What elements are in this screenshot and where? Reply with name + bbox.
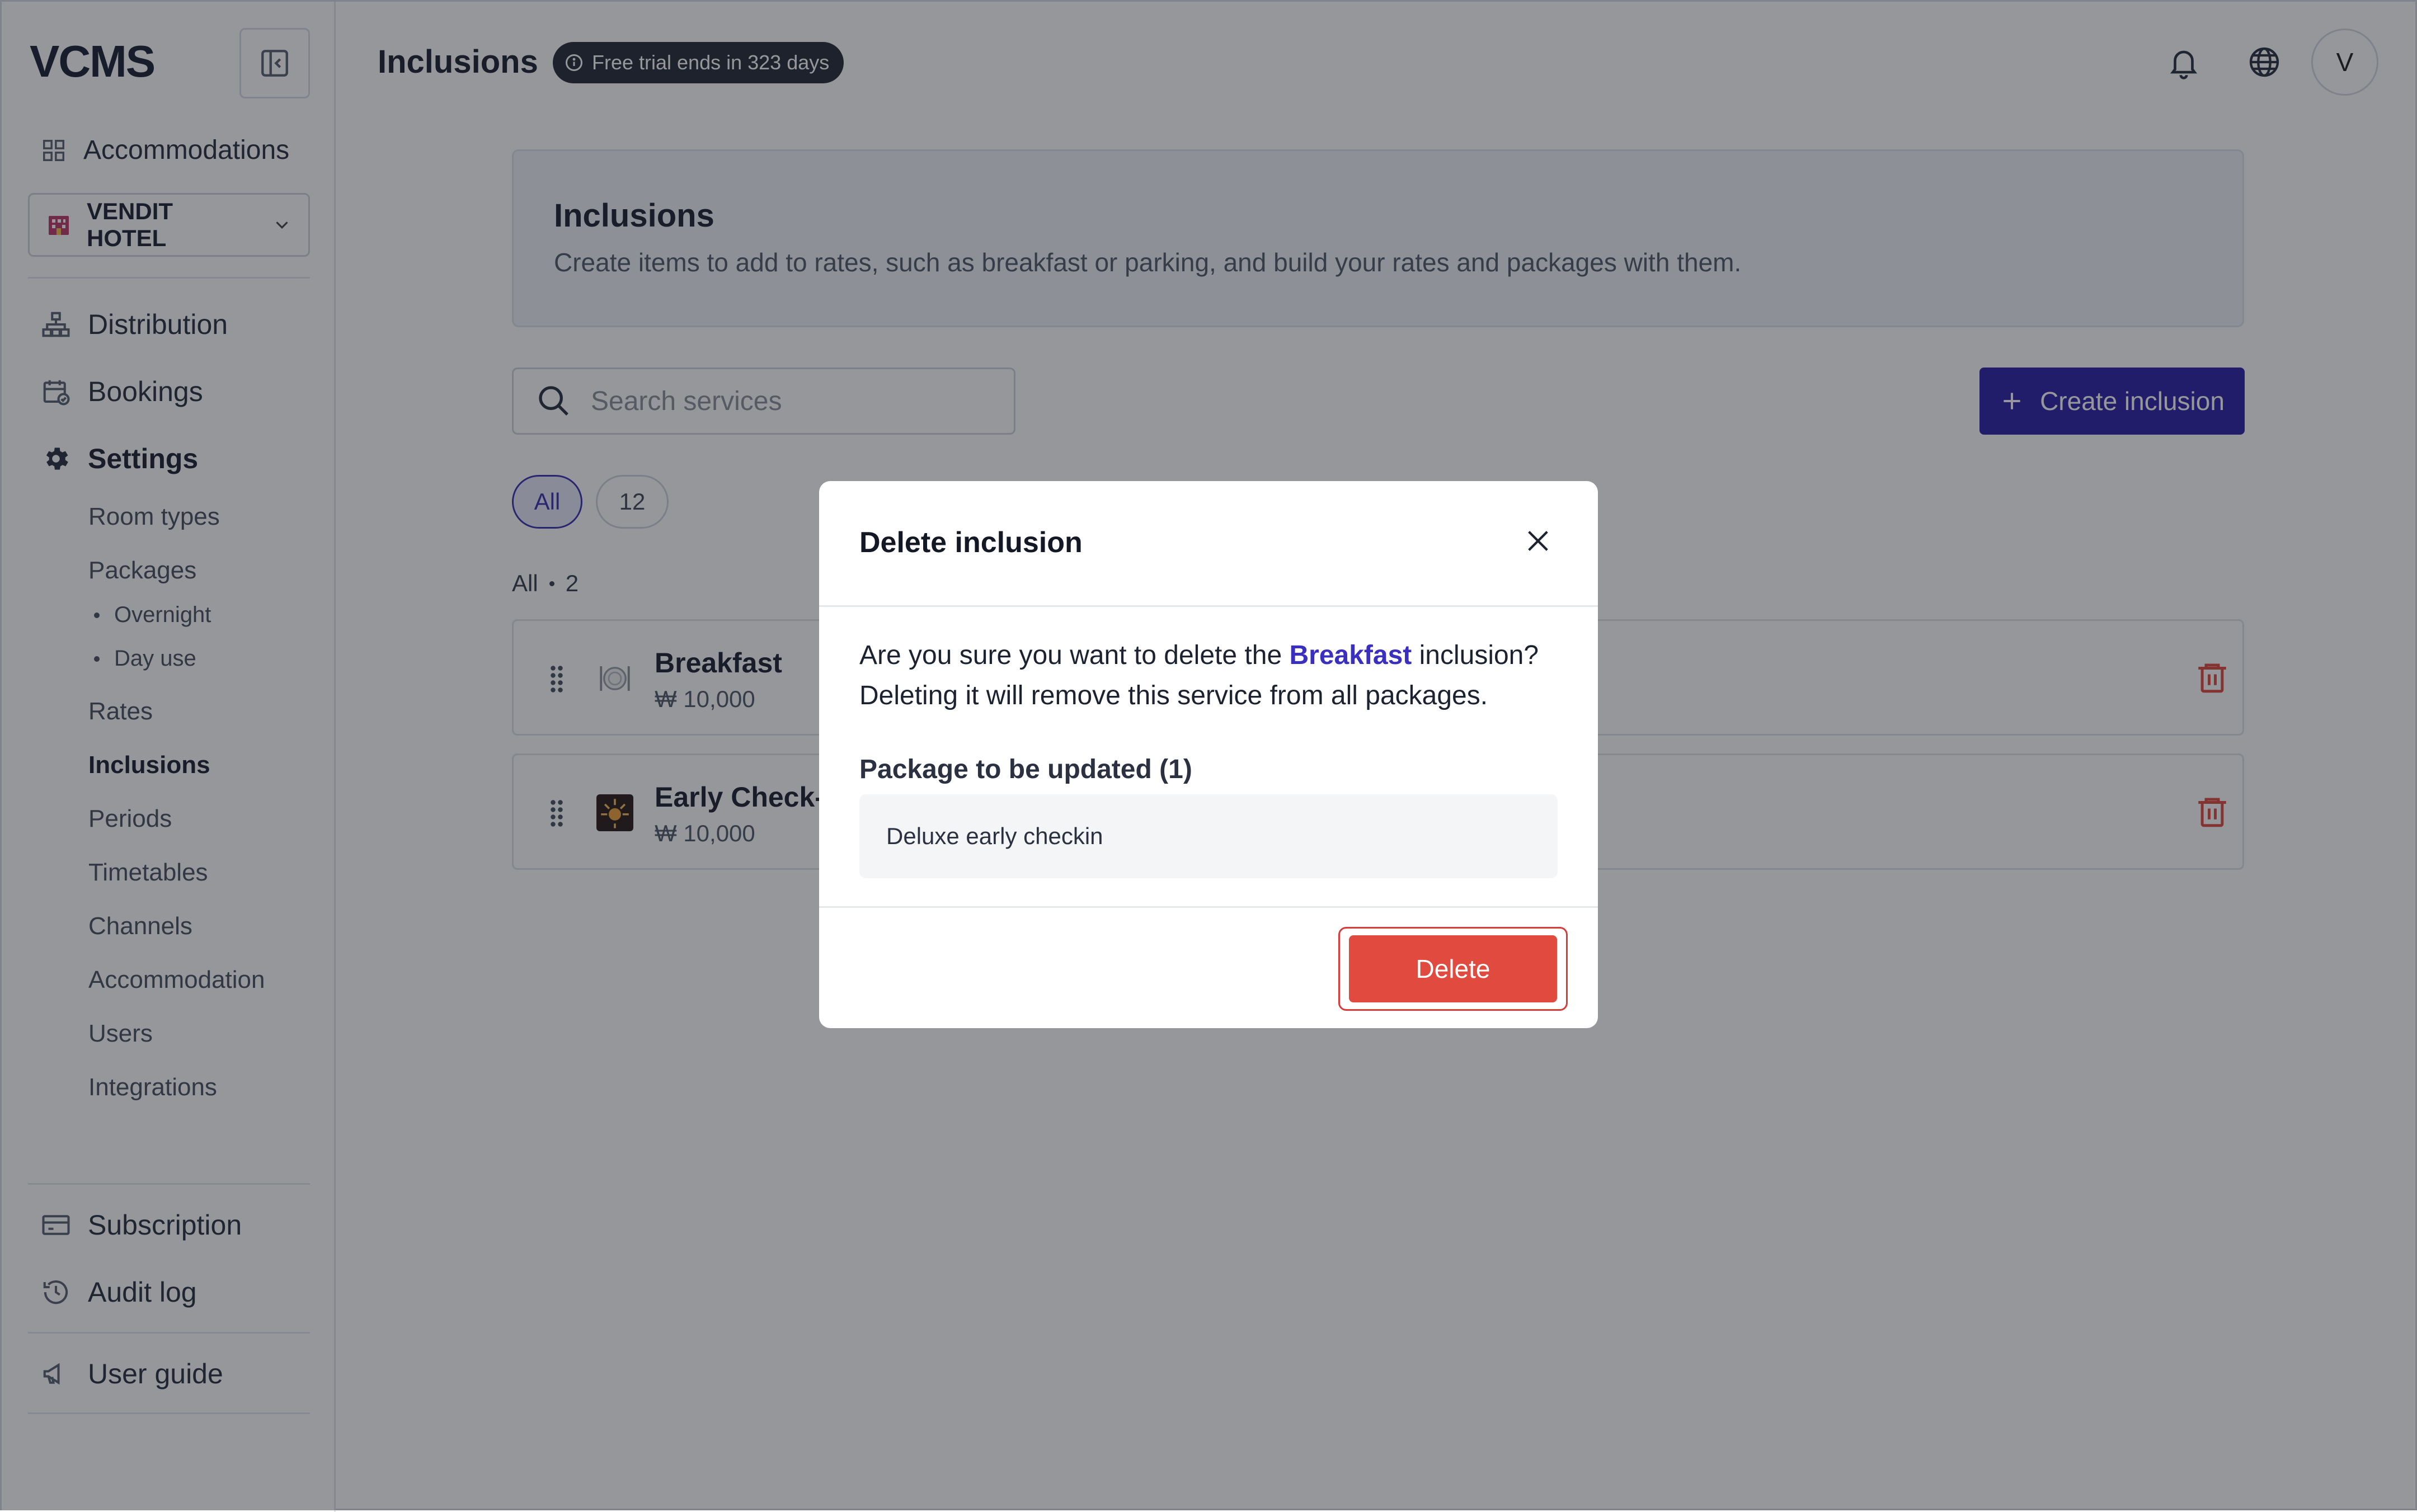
dialog-divider <box>819 605 1598 607</box>
close-button[interactable] <box>1517 520 1559 562</box>
dialog-title: Delete inclusion <box>859 526 1083 559</box>
package-name: Deluxe early checkin <box>886 823 1103 849</box>
dialog-divider <box>819 906 1598 908</box>
dialog-message-highlight: Breakfast <box>1289 640 1412 670</box>
packages-heading: Package to be updated (1) <box>859 755 1192 784</box>
delete-inclusion-dialog: Delete inclusion Are you sure you want t… <box>819 481 1598 1028</box>
delete-button[interactable]: Delete <box>1349 935 1557 1002</box>
dialog-message: Are you sure you want to delete the Brea… <box>859 635 1564 716</box>
package-item: Deluxe early checkin <box>859 794 1558 878</box>
close-icon <box>1528 531 1548 551</box>
dialog-message-start: Are you sure you want to delete the <box>859 640 1290 670</box>
